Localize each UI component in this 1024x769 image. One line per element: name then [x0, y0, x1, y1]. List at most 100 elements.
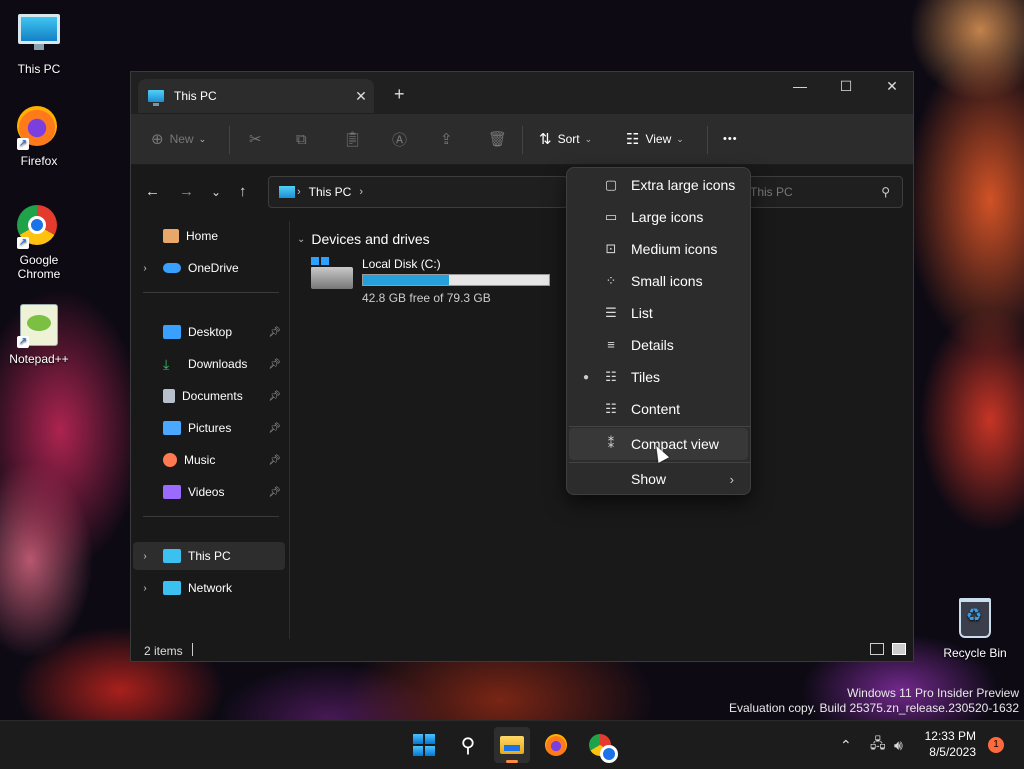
menu-item-large-icons[interactable]: ▭ Large icons	[569, 201, 748, 233]
monitor-icon	[17, 14, 61, 58]
sidebar-item-network[interactable]: › Network	[133, 574, 285, 602]
start-button[interactable]	[406, 727, 442, 763]
paste-icon[interactable]: 📋︎	[343, 127, 362, 151]
toolbar-divider	[229, 126, 230, 154]
menu-item-label: List	[631, 305, 653, 321]
group-header-label: Devices and drives	[311, 231, 430, 247]
more-options-icon[interactable]: •••	[723, 127, 738, 151]
chevron-right-icon[interactable]: ›	[133, 551, 157, 562]
pin-icon[interactable]: 📌︎	[268, 455, 281, 466]
sort-button[interactable]: ⇅ Sort ⌄	[539, 127, 592, 151]
sidebar-item-label: Home	[186, 229, 219, 243]
this-pc-icon	[148, 90, 164, 106]
tab-close-icon[interactable]: ✕	[348, 88, 374, 105]
new-button[interactable]: ⊕ New ⌄	[151, 127, 206, 151]
menu-item-list[interactable]: ☰ List	[569, 297, 748, 329]
sidebar-item-this-pc[interactable]: › This PC	[133, 542, 285, 570]
address-bar[interactable]: › This PC ›	[268, 176, 568, 208]
sidebar-item-onedrive[interactable]: › OneDrive	[133, 254, 285, 282]
shortcut-arrow-icon: ↗	[17, 336, 29, 348]
toolbar-divider	[707, 126, 708, 154]
clock-date: 8/5/2023	[929, 745, 976, 759]
cloud-icon	[163, 263, 181, 273]
network-status-icon[interactable]: 🖧︎	[870, 721, 886, 769]
small-icons-icon: ⁘	[605, 273, 617, 288]
desktop-icon-firefox[interactable]: ↗ Firefox	[4, 106, 74, 168]
menu-item-label: Tiles	[631, 369, 661, 385]
sort-label: Sort	[557, 132, 580, 146]
large-icons-view-icon[interactable]	[892, 643, 906, 655]
sidebar-item-pictures[interactable]: Pictures 📌︎	[133, 414, 285, 442]
close-button[interactable]: ✕	[869, 72, 915, 100]
menu-item-show[interactable]: Show ›	[569, 463, 748, 495]
pin-icon[interactable]: 📌︎	[268, 327, 281, 338]
search-button[interactable]: ⚲	[450, 727, 486, 763]
maximize-button[interactable]: ☐	[823, 72, 869, 100]
pin-icon[interactable]: 📌︎	[268, 423, 281, 434]
chevron-right-icon[interactable]: ›	[133, 263, 157, 274]
menu-item-tiles[interactable]: ● ☷ Tiles	[569, 361, 748, 393]
folder-icon	[500, 736, 524, 754]
delete-icon[interactable]: 🗑︎	[488, 127, 507, 151]
menu-item-details[interactable]: ≡ Details	[569, 329, 748, 361]
copy-icon[interactable]: ⧉	[296, 127, 307, 151]
plus-circle-icon: ⊕	[151, 131, 164, 148]
sidebar-item-home[interactable]: Home	[133, 222, 285, 250]
desktop-icon-recycle-bin[interactable]: Recycle Bin	[940, 598, 1010, 660]
clock[interactable]: 12:33 PM 8/5/2023	[912, 728, 976, 760]
menu-item-small-icons[interactable]: ⁘ Small icons	[569, 265, 748, 297]
sidebar-item-documents[interactable]: Documents 📌︎	[133, 382, 285, 410]
menu-item-medium-icons[interactable]: ⊡ Medium icons	[569, 233, 748, 265]
extra-large-icons-icon: ▢	[604, 177, 618, 192]
drive-local-disk-c[interactable]: Local Disk (C:) 42.8 GB free of 79.3 GB	[309, 257, 559, 307]
content-icon: ☷	[605, 401, 617, 416]
clock-time: 12:33 PM	[924, 729, 976, 743]
menu-item-extra-large-icons[interactable]: ▢ Extra large icons	[569, 169, 748, 201]
desktop-icon-notepadpp[interactable]: ↗ Notepad++	[4, 304, 74, 366]
sidebar-item-desktop[interactable]: Desktop 📌︎	[133, 318, 285, 346]
sidebar-item-videos[interactable]: Videos 📌︎	[133, 478, 285, 506]
search-placeholder: This PC	[750, 185, 793, 199]
pin-icon[interactable]: 📌︎	[268, 359, 281, 370]
chevron-down-icon: ⌄	[584, 133, 593, 144]
rename-icon[interactable]: Ⓐ	[392, 127, 407, 151]
chevron-right-icon[interactable]: ›	[133, 583, 157, 594]
taskbar-file-explorer[interactable]	[494, 727, 530, 763]
new-tab-button[interactable]: +	[394, 84, 405, 105]
taskbar: ⚲ ⌃ 🖧︎ 🔊︎ 12:33 PM 8/5/2023 1	[0, 720, 1024, 769]
breadcrumb-this-pc[interactable]: This PC	[309, 185, 352, 199]
sidebar-item-music[interactable]: Music 📌︎	[133, 446, 285, 474]
compact-view-icon: ⁑	[607, 436, 615, 451]
recent-locations-icon[interactable]: ⌄	[211, 185, 221, 199]
video-icon	[163, 485, 181, 499]
sidebar-item-downloads[interactable]: ⤓ Downloads 📌︎	[133, 350, 285, 378]
taskbar-firefox[interactable]	[538, 727, 574, 763]
chevron-right-icon: ›	[297, 186, 301, 198]
menu-item-content[interactable]: ☷ Content	[569, 393, 748, 425]
taskbar-chrome[interactable]	[582, 727, 618, 763]
minimize-button[interactable]: —	[777, 72, 823, 100]
cut-icon[interactable]: ✂	[249, 127, 262, 151]
pin-icon[interactable]: 📌︎	[268, 487, 281, 498]
details-view-icon[interactable]	[870, 643, 884, 655]
volume-icon[interactable]: 🔊︎	[894, 721, 903, 769]
address-row: ← → ⌄ ↑ › This PC › This PC ⚲	[131, 165, 913, 221]
sidebar-item-label: Videos	[188, 485, 225, 499]
share-icon[interactable]: ⇪	[440, 127, 453, 151]
notification-badge[interactable]: 1	[988, 737, 1004, 753]
group-header-devices[interactable]: ⌄ Devices and drives	[297, 231, 430, 247]
menu-item-label: Show	[631, 471, 667, 487]
view-button[interactable]: ☷ View ⌄	[626, 127, 684, 151]
desktop-icon-this-pc[interactable]: This PC	[4, 8, 74, 76]
forward-arrow-icon[interactable]: →	[179, 183, 194, 200]
up-arrow-icon[interactable]: ↑	[239, 183, 247, 200]
drive-free-space: 42.8 GB free of 79.3 GB	[362, 291, 491, 305]
title-bar: This PC ✕ + — ☐ ✕	[131, 72, 913, 114]
back-arrow-icon[interactable]: ←	[145, 183, 160, 200]
tab-this-pc[interactable]: This PC ✕	[138, 79, 374, 113]
desktop-icon-label: Recycle Bin	[943, 646, 1007, 660]
hard-drive-icon	[311, 267, 353, 289]
pin-icon[interactable]: 📌︎	[268, 391, 281, 402]
show-hidden-icons-button[interactable]: ⌃	[840, 721, 852, 769]
desktop-icon-chrome[interactable]: ↗ Google Chrome	[4, 205, 74, 281]
